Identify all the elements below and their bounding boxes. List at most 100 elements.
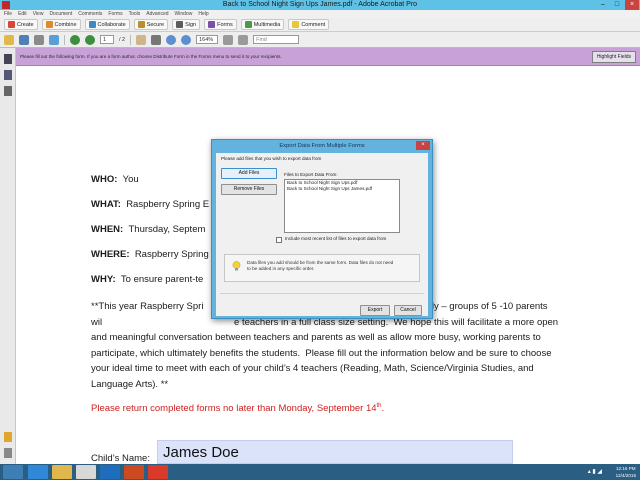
combine-label: Combine — [54, 21, 77, 28]
dialog-instruction: Please add files that you wish to export… — [221, 156, 322, 161]
why-line: WHY: To ensure parent-te — [91, 274, 203, 285]
secure-button[interactable]: Secure — [133, 19, 169, 30]
zoom-level-input[interactable]: 164% — [196, 35, 219, 44]
what-label: WHAT: — [91, 199, 121, 210]
files-list[interactable]: Back to School Night Sign Ups.pdf Back t… — [284, 179, 400, 233]
dialog-title: Export Data From Multiple Forms — [279, 143, 365, 149]
return-notice: Please return completed forms no later t… — [91, 403, 384, 414]
child-name-label: Child’s Name: — [91, 453, 150, 464]
find-input[interactable]: Find — [253, 35, 300, 44]
remove-files-button[interactable]: Remove Files — [221, 184, 277, 195]
menu-document[interactable]: Document — [49, 10, 72, 18]
email-icon[interactable] — [49, 34, 59, 45]
navigation-pane — [0, 48, 16, 464]
previous-page-icon[interactable] — [70, 34, 80, 45]
minimize-button[interactable]: – — [596, 0, 610, 10]
system-tray-icons[interactable]: ▴ ▮ ◢ — [588, 468, 602, 475]
toolbar-divider — [64, 34, 65, 45]
where-value: Raspberry Spring — [134, 249, 209, 260]
where-label: WHERE: — [91, 249, 130, 260]
fit-width-icon[interactable] — [238, 34, 249, 45]
maximize-button[interactable]: □ — [610, 0, 624, 10]
include-recent-checkbox[interactable] — [276, 237, 282, 243]
menu-forms[interactable]: Forms — [108, 10, 122, 18]
toolbar-divider — [130, 34, 132, 45]
multimedia-button[interactable]: Multimedia — [240, 19, 285, 30]
task-toolbar: Create Combine Collaborate Secure Sign F… — [0, 18, 640, 32]
comment-icon — [292, 21, 300, 28]
lock-icon — [137, 21, 145, 28]
next-page-icon[interactable] — [85, 34, 95, 45]
menu-comments[interactable]: Comments — [78, 10, 102, 18]
bookmarks-icon[interactable] — [4, 70, 12, 80]
include-recent-label: Include most recent list of files to exp… — [285, 236, 387, 241]
powerpoint-icon[interactable] — [124, 465, 144, 479]
who-value: You — [122, 174, 139, 185]
child-name-field[interactable]: James Doe — [157, 440, 513, 464]
add-files-button[interactable]: Add Files — [221, 168, 277, 179]
why-value: To ensure parent-te — [120, 274, 204, 285]
save-icon[interactable] — [19, 34, 29, 45]
dialog-divider — [220, 293, 424, 294]
zoom-in-icon[interactable] — [181, 34, 192, 45]
sign-button[interactable]: Sign — [172, 19, 201, 30]
forms-button[interactable]: Forms — [204, 19, 237, 30]
return-notice-text: Please return completed forms no later t… — [91, 403, 377, 415]
menu-view[interactable]: View — [33, 10, 44, 18]
file-explorer-icon[interactable] — [52, 465, 72, 479]
zoom-out-icon[interactable] — [166, 34, 177, 45]
highlight-fields-button[interactable]: Highlight Fields — [591, 51, 636, 63]
windows-start-icon[interactable] — [3, 465, 23, 479]
sign-label: Sign — [185, 21, 197, 28]
print-icon[interactable] — [34, 34, 44, 45]
form-notice-text: Please fill out the following form. If y… — [20, 54, 282, 59]
combine-button[interactable]: Combine — [41, 19, 81, 30]
when-value: Thursday, Septem — [128, 224, 206, 235]
cancel-button[interactable]: Cancel — [394, 305, 422, 316]
dialog-body: Please add files that you wish to export… — [216, 153, 428, 316]
pages-icon[interactable] — [4, 54, 12, 64]
menu-tools[interactable]: Tools — [129, 10, 141, 18]
menu-help[interactable]: Help — [198, 10, 208, 18]
list-item[interactable]: Back to School Night Sign Ups James.pdf — [285, 186, 399, 192]
what-line: WHAT: Raspberry Spring E — [91, 199, 209, 210]
comment-label: Comment — [301, 21, 326, 28]
export-data-dialog: Export Data From Multiple Forms × Please… — [211, 139, 433, 319]
who-line: WHO: You — [91, 174, 139, 185]
dialog-close-button[interactable]: × — [416, 141, 430, 150]
comments-icon[interactable] — [4, 432, 12, 442]
page-number-input[interactable]: 1 — [100, 35, 114, 44]
when-label: WHEN: — [91, 224, 124, 235]
create-icon — [8, 21, 15, 28]
acrobat-taskbar-icon[interactable] — [148, 465, 168, 479]
hand-tool-icon[interactable] — [136, 34, 147, 45]
clock[interactable]: 12:16 PM 12/4/2015 — [616, 465, 636, 479]
signatures-icon[interactable] — [4, 86, 12, 96]
menu-edit[interactable]: Edit — [18, 10, 27, 18]
collaborate-button[interactable]: Collaborate — [84, 19, 130, 30]
window-title: Back to School Night Sign Ups James.pdf … — [222, 1, 418, 8]
open-folder-icon[interactable] — [4, 34, 14, 45]
export-button[interactable]: Export — [360, 305, 390, 316]
select-tool-icon[interactable] — [151, 34, 162, 45]
title-bar: Back to School Night Sign Ups James.pdf … — [0, 0, 640, 10]
chrome-icon[interactable] — [76, 465, 96, 479]
attachments-icon[interactable] — [4, 448, 12, 458]
fit-page-icon[interactable] — [223, 34, 234, 45]
ie-icon[interactable] — [28, 465, 48, 479]
create-button[interactable]: Create — [4, 19, 38, 30]
comment-button[interactable]: Comment — [288, 19, 330, 30]
sign-icon — [176, 21, 184, 28]
menu-file[interactable]: File — [4, 10, 12, 18]
menu-advanced[interactable]: Advanced — [146, 10, 168, 18]
close-button[interactable]: × — [625, 0, 639, 10]
when-line: WHEN: Thursday, Septem — [91, 224, 205, 235]
what-value: Raspberry Spring E — [126, 199, 210, 210]
collaborate-label: Collaborate — [97, 21, 126, 28]
menu-bar: File Edit View Document Comments Forms T… — [0, 10, 640, 18]
why-label: WHY: — [91, 274, 116, 285]
word-icon[interactable] — [100, 465, 120, 479]
clock-date: 12/4/2015 — [615, 473, 636, 478]
forms-label: Forms — [217, 21, 233, 28]
menu-window[interactable]: Window — [175, 10, 193, 18]
